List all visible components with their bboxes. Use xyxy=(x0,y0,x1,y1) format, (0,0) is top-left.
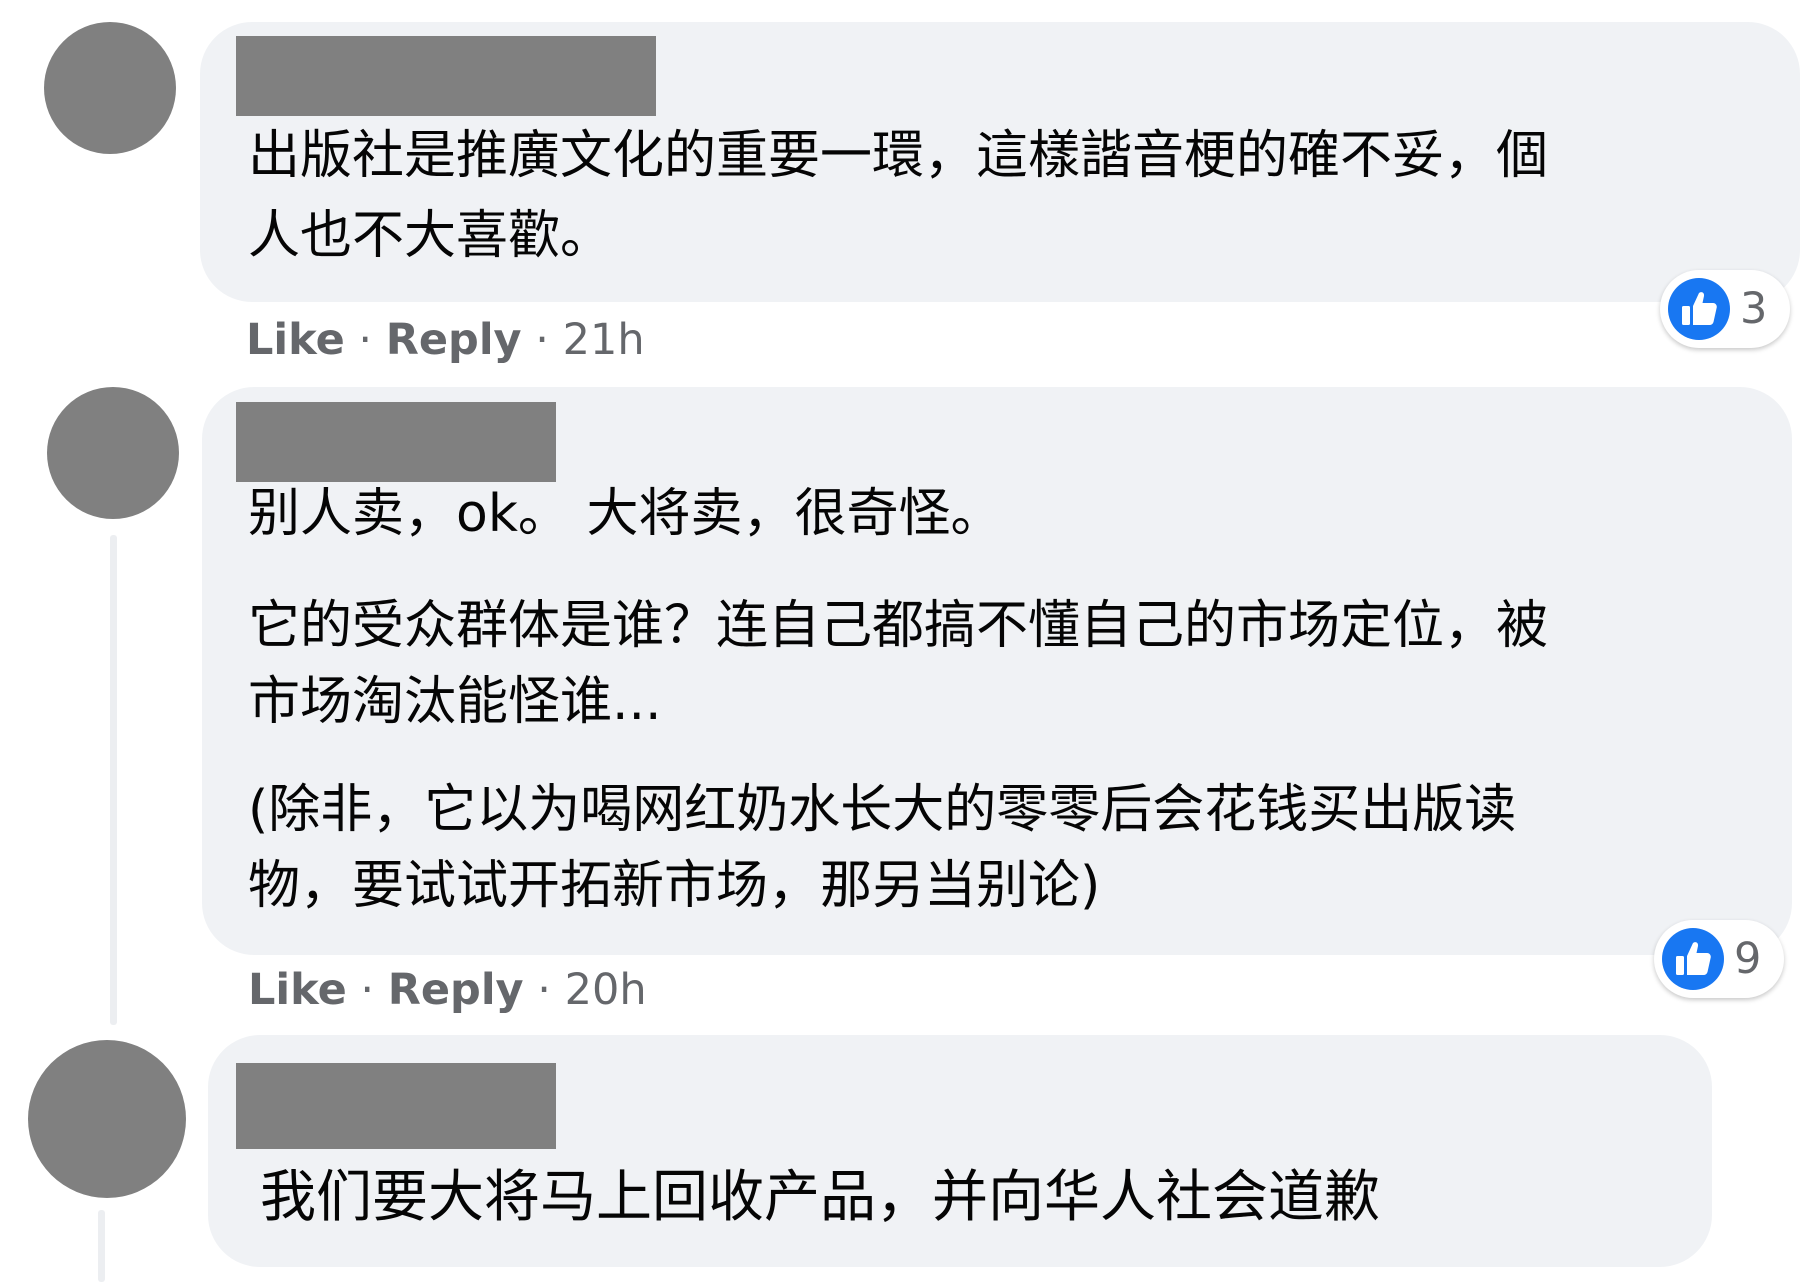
action-separator: · xyxy=(344,315,386,365)
reaction-count: 3 xyxy=(1740,284,1768,334)
comment-text-line: 它的受众群体是谁？连自己都搞不懂自己的市场定位，被 xyxy=(248,596,1549,656)
timestamp[interactable]: 21h xyxy=(563,315,645,365)
avatar[interactable] xyxy=(47,387,179,519)
reaction-badge[interactable]: 9 xyxy=(1654,920,1784,998)
comment-text-line: 物，要试试开拓新市场，那另当别论) xyxy=(248,856,1101,916)
thumbs-up-icon xyxy=(1668,278,1730,340)
comment-actions: Like · Reply · 21h xyxy=(246,315,645,365)
reply-button[interactable]: Reply xyxy=(386,315,522,365)
thread-line xyxy=(110,535,117,1025)
avatar[interactable] xyxy=(44,22,176,154)
like-button[interactable]: Like xyxy=(248,965,347,1015)
reply-button[interactable]: Reply xyxy=(388,965,524,1015)
comment-text-line: (除非，它以为喝网红奶水长大的零零后会花钱买出版读 xyxy=(248,780,1517,840)
comment-actions: Like · Reply · 20h xyxy=(248,965,647,1015)
comment-text-line: 我们要大将马上回收产品，并向华人社会道歉 xyxy=(260,1165,1380,1230)
action-separator: · xyxy=(521,315,563,365)
thumbs-up-icon xyxy=(1662,928,1724,990)
comment-text-line: 别人卖，ok。 大将卖，很奇怪。 xyxy=(248,484,1003,544)
reaction-badge[interactable]: 3 xyxy=(1660,270,1790,348)
author-name-redacted[interactable] xyxy=(236,1063,556,1149)
like-button[interactable]: Like xyxy=(246,315,345,365)
author-name-redacted[interactable] xyxy=(236,402,556,482)
action-separator: · xyxy=(523,965,565,1015)
reaction-count: 9 xyxy=(1734,934,1762,984)
avatar[interactable] xyxy=(28,1040,186,1198)
author-name-redacted[interactable] xyxy=(236,36,656,116)
comment-text-line: 出版社是推廣文化的重要一環，這樣諧音梗的確不妥，個 xyxy=(248,126,1549,186)
thread-line xyxy=(98,1210,105,1282)
timestamp[interactable]: 20h xyxy=(565,965,647,1015)
action-separator: · xyxy=(346,965,388,1015)
comment-text-line: 人也不大喜歡。 xyxy=(248,206,613,266)
comment-text-line: 市场淘汰能怪谁... xyxy=(248,672,662,732)
